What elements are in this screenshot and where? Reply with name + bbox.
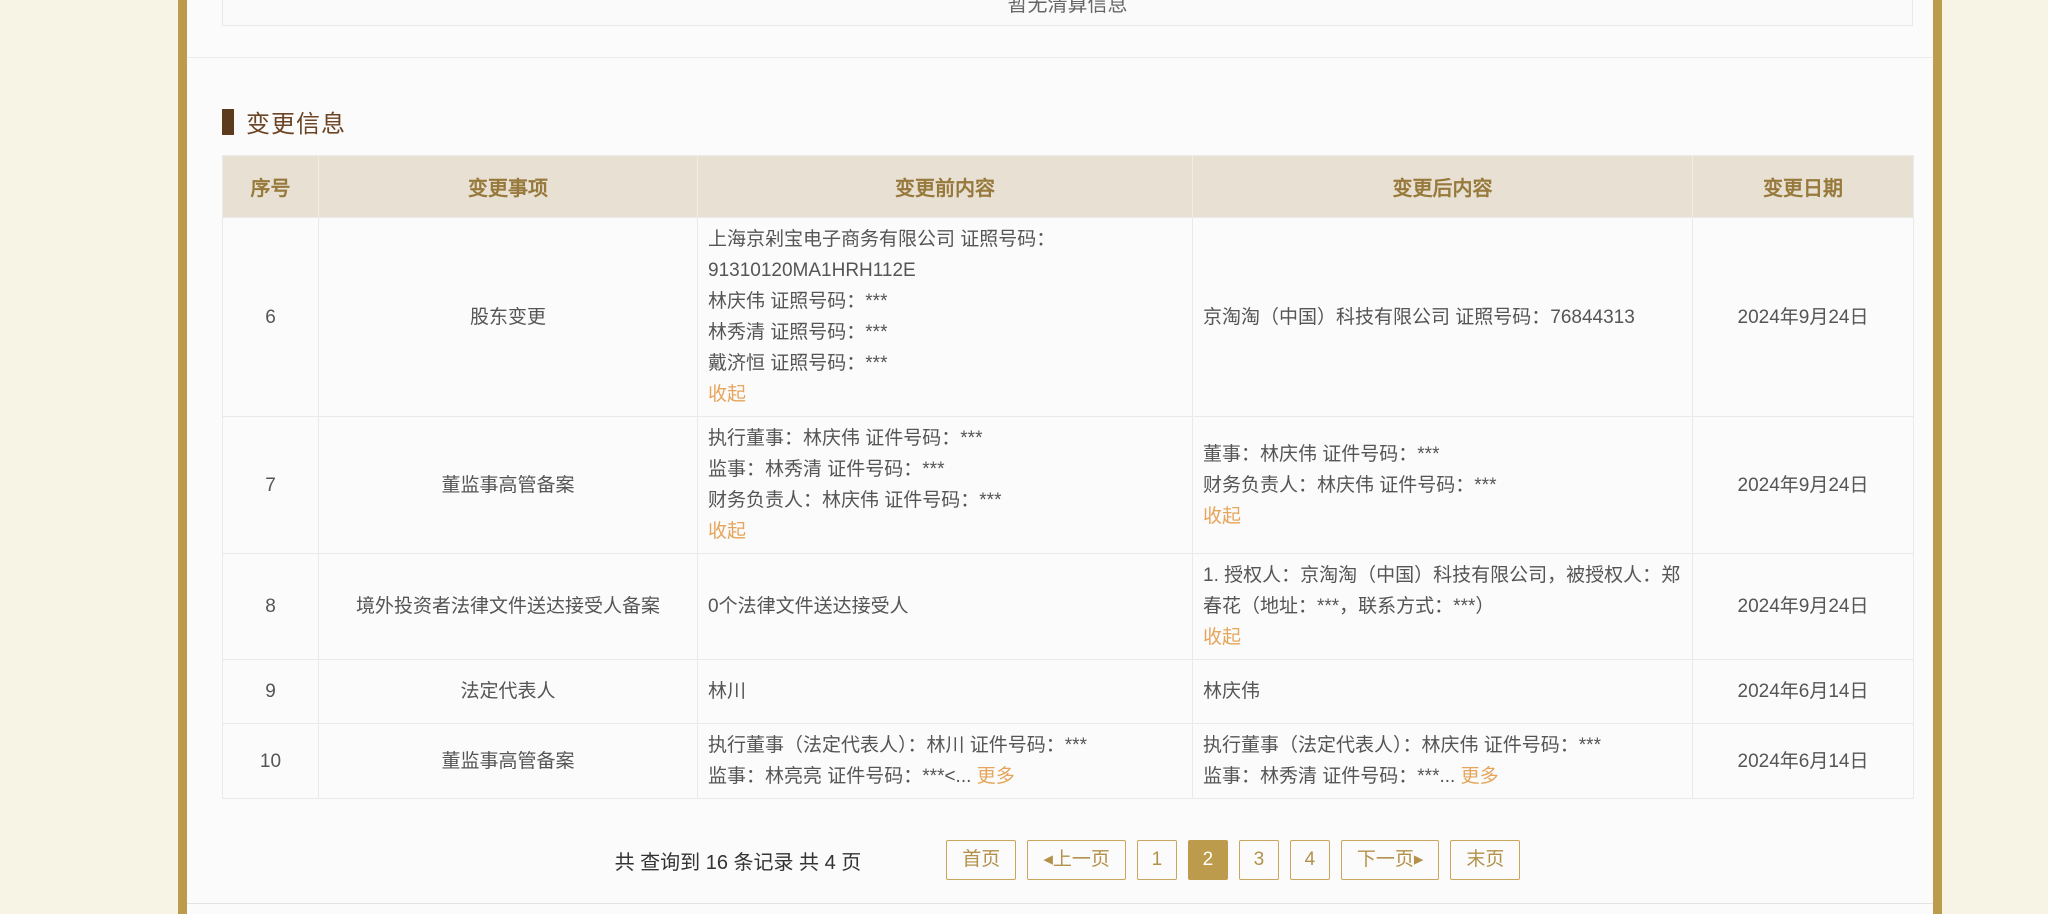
date-cell: 2024年9月24日 [1693,554,1914,660]
after-cell: 林庆伟 [1193,660,1693,724]
before-cell: 执行董事：林庆伟 证件号码：***监事：林秀清 证件号码：***财务负责人：林庆… [698,417,1193,554]
column-header: 序号 [223,156,319,218]
main-content: 暂无清算信息 变更信息 序号变更事项变更前内容变更后内容变更日期 6股东变更上海… [187,0,1933,914]
item-cell: 股东变更 [319,218,698,417]
seq-cell: 10 [223,724,319,799]
after-cell: 执行董事（法定代表人）：林庆伟 证件号码：***监事：林秀清 证件号码：***.… [1193,724,1693,799]
date-cell: 2024年9月24日 [1693,218,1914,417]
column-header: 变更日期 [1693,156,1914,218]
collapse-link[interactable]: 收起 [708,384,746,405]
table-header-row: 序号变更事项变更前内容变更后内容变更日期 [223,156,1914,218]
prev-page-button[interactable]: ◂上一页 [1027,840,1126,880]
collapse-link[interactable]: 收起 [708,521,746,542]
date-cell: 2024年9月24日 [1693,417,1914,554]
change-info-table: 序号变更事项变更前内容变更后内容变更日期 6股东变更上海京剁宝电子商务有限公司 … [222,155,1914,799]
pager-buttons: 首页 ◂上一页 1234 下一页▸末页 [946,840,1520,880]
table-row: 7董监事高管备案执行董事：林庆伟 证件号码：***监事：林秀清 证件号码：***… [223,417,1914,554]
table-row: 8境外投资者法律文件送达接受人备案0个法律文件送达接受人1. 授权人：京淘淘（中… [223,554,1914,660]
column-header: 变更事项 [319,156,698,218]
no-liquidation-notice: 暂无清算信息 [222,0,1913,26]
collapse-link[interactable]: 收起 [1203,506,1241,527]
section-title: 变更信息 [222,104,346,139]
table-row: 6股东变更上海京剁宝电子商务有限公司 证照号码：91310120MA1HRH11… [223,218,1914,417]
table-row: 9法定代表人林川林庆伟2024年6月14日 [223,660,1914,724]
before-cell: 林川 [698,660,1193,724]
collapse-link[interactable]: 收起 [1203,627,1241,648]
seq-cell: 9 [223,660,319,724]
after-cell: 董事：林庆伟 证件号码：***财务负责人：林庆伟 证件号码：***收起 [1193,417,1693,554]
column-header: 变更后内容 [1193,156,1693,218]
after-cell: 1. 授权人：京淘淘（中国）科技有限公司，被授权人：郑春花（地址：***，联系方… [1193,554,1693,660]
page-button-4[interactable]: 4 [1290,840,1330,880]
first-page-button[interactable]: 首页 [946,840,1016,880]
last-page-button[interactable]: 末页 [1450,840,1520,880]
bottom-divider [187,903,1933,904]
before-cell: 上海京剁宝电子商务有限公司 证照号码：91310120MA1HRH112E林庆伟… [698,218,1193,417]
before-cell: 执行董事（法定代表人）：林川 证件号码：***监事：林亮亮 证件号码：***<.… [698,724,1193,799]
item-cell: 境外投资者法律文件送达接受人备案 [319,554,698,660]
pagination-bar: 共 查询到 16 条记录 共 4 页 首页 ◂上一页 1234 下一页▸末页 [222,840,1913,880]
section-divider [187,57,1933,58]
no-liquidation-text: 暂无清算信息 [1008,0,1128,17]
column-header: 变更前内容 [698,156,1193,218]
table-row: 10董监事高管备案执行董事（法定代表人）：林川 证件号码：***监事：林亮亮 证… [223,724,1914,799]
next-page-button[interactable]: 下一页▸ [1341,840,1440,880]
content-left-border [178,0,187,914]
page-button-3[interactable]: 3 [1239,840,1279,880]
before-cell: 0个法律文件送达接受人 [698,554,1193,660]
seq-cell: 8 [223,554,319,660]
more-link[interactable]: 更多 [977,766,1015,787]
item-cell: 董监事高管备案 [319,417,698,554]
section-title-text: 变更信息 [246,104,346,139]
page-button-1[interactable]: 1 [1137,840,1177,880]
item-cell: 董监事高管备案 [319,724,698,799]
date-cell: 2024年6月14日 [1693,724,1914,799]
after-cell: 京淘淘（中国）科技有限公司 证照号码：76844313 [1193,218,1693,417]
item-cell: 法定代表人 [319,660,698,724]
content-right-border [1933,0,1942,914]
page-button-2[interactable]: 2 [1188,840,1228,880]
page-background: 暂无清算信息 变更信息 序号变更事项变更前内容变更后内容变更日期 6股东变更上海… [0,0,2048,914]
record-count-summary: 共 查询到 16 条记录 共 4 页 [615,846,862,875]
section-bullet-icon [222,109,234,135]
more-link[interactable]: 更多 [1461,766,1499,787]
seq-cell: 7 [223,417,319,554]
seq-cell: 6 [223,218,319,417]
date-cell: 2024年6月14日 [1693,660,1914,724]
